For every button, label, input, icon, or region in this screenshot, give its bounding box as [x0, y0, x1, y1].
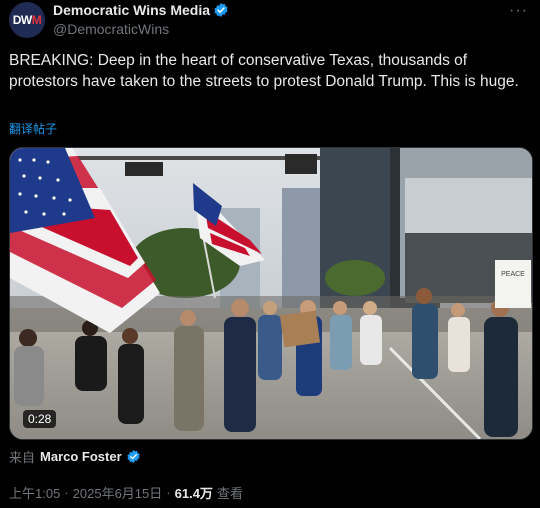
view-count-label: 查看	[216, 486, 243, 501]
tweet-date[interactable]: 2025年6月15日	[73, 483, 163, 502]
tweet-meta: 上午1:05 · 2025年6月15日 · 61.4万 查看	[9, 483, 243, 502]
meta-separator: ·	[64, 485, 69, 500]
source-prefix: 来自	[9, 450, 36, 465]
author-display-name[interactable]: Democratic Wins Media	[53, 2, 210, 18]
author-name-row[interactable]: Democratic Wins Media	[53, 2, 229, 18]
more-options-icon[interactable]: ···	[509, 2, 528, 20]
protest-sign-text: PEACE	[501, 271, 525, 278]
verified-badge-icon	[127, 449, 140, 464]
author-handle[interactable]: @DemocraticWins	[53, 21, 169, 37]
avatar-text-accent: M	[31, 13, 42, 27]
tweet-time[interactable]: 上午1:05	[9, 483, 60, 502]
source-name[interactable]: Marco Foster	[40, 449, 122, 464]
video-player[interactable]: PEACE 0:28	[9, 147, 533, 440]
meta-separator: ·	[166, 485, 171, 500]
view-count[interactable]: 61.4万	[175, 483, 213, 502]
video-frame: PEACE	[10, 148, 532, 439]
video-source[interactable]: 来自 Marco Foster	[9, 447, 141, 466]
avatar-text: DW	[12, 13, 33, 27]
avatar[interactable]: DW M	[9, 2, 45, 38]
video-duration-badge: 0:28	[23, 410, 57, 428]
verified-badge-icon	[214, 3, 228, 17]
translate-post-link[interactable]: 翻译帖子	[9, 120, 57, 137]
tweet-text: BREAKING: Deep in the heart of conservat…	[9, 52, 519, 90]
